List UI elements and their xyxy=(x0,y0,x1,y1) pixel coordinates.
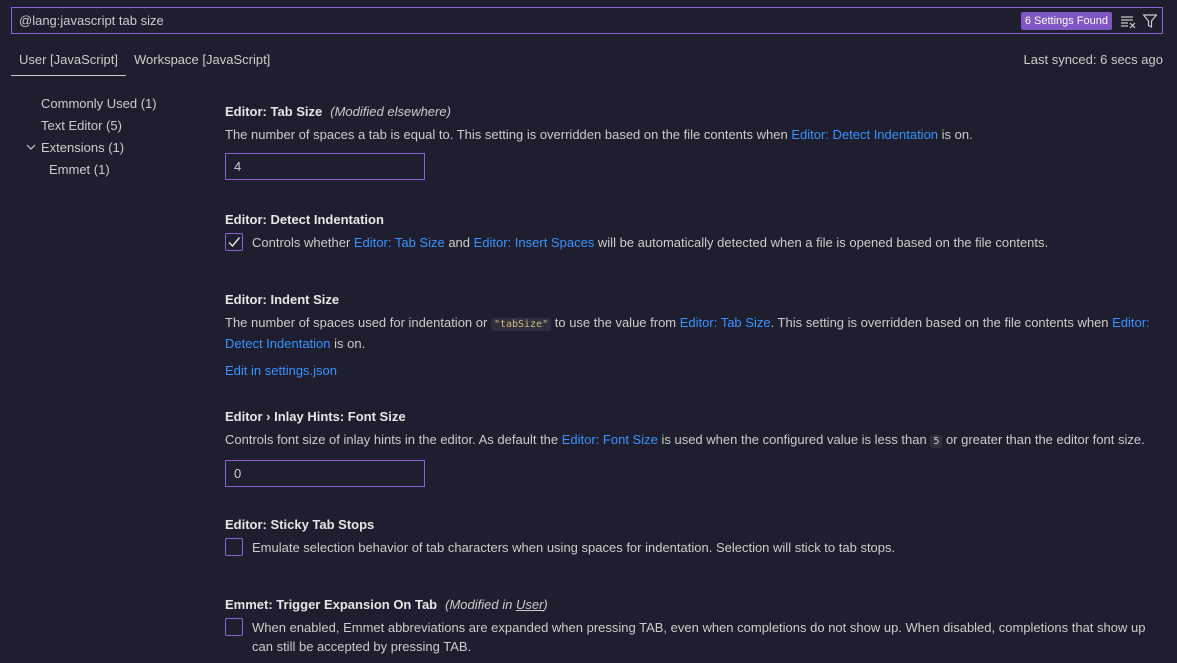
description-text: is used when the configured value is les… xyxy=(657,432,931,447)
setting-description: The number of spaces used for indentatio… xyxy=(225,313,1155,353)
settings-scope-tabs: User [JavaScript] Workspace [JavaScript]… xyxy=(11,46,1163,76)
modified-elsewhere-label[interactable]: (Modified elsewhere) xyxy=(330,104,451,119)
sticky-tab-stops-checkbox[interactable] xyxy=(225,538,243,556)
check-icon xyxy=(228,237,241,248)
setting-title: Editor: Detect Indentation xyxy=(225,211,384,227)
toc-item-extensions[interactable]: Extensions (1) xyxy=(22,136,202,158)
setting-editor-inlay-hints-font-size: Editor › Inlay Hints: Font Size Controls… xyxy=(225,406,1155,487)
settings-search-box[interactable]: 6 Settings Found xyxy=(11,7,1163,34)
setting-description: The number of spaces a tab is equal to. … xyxy=(225,125,1155,144)
setting-title: Emmet: Trigger Expansion On Tab (Modifie… xyxy=(225,594,1155,614)
setting-description: Emulate selection behavior of tab charac… xyxy=(252,540,896,555)
setting-title: Editor: Tab Size (Modified elsewhere) xyxy=(225,101,1155,121)
detect-indentation-checkbox[interactable] xyxy=(225,233,243,251)
toc-item-emmet[interactable]: Emmet (1) xyxy=(22,158,202,180)
toc-item-text-editor[interactable]: Text Editor (5) xyxy=(22,114,202,136)
chevron-down-icon[interactable] xyxy=(22,141,40,153)
setting-title-text: Emmet: Trigger Expansion On Tab xyxy=(225,596,438,612)
setting-title: Editor › Inlay Hints: Font Size xyxy=(225,408,406,424)
toc-item-commonly-used[interactable]: Commonly Used (1) xyxy=(22,92,202,114)
modified-in-label: (Modified in User) xyxy=(445,597,548,612)
tab-size-input[interactable]: 4 xyxy=(225,153,425,180)
settings-count-badge: 6 Settings Found xyxy=(1020,11,1112,30)
code-tabsize: "tabSize" xyxy=(490,318,552,331)
link-detect-indentation[interactable]: Editor: Detect Indentation xyxy=(791,127,938,142)
setting-description: When enabled, Emmet abbreviations are ex… xyxy=(252,620,1146,654)
clear-filter-icon[interactable] xyxy=(1118,11,1138,31)
emmet-trigger-checkbox[interactable] xyxy=(225,618,243,636)
setting-description: Controls whether Editor: Tab Size and Ed… xyxy=(252,233,1048,252)
description-text: The number of spaces used for indentatio… xyxy=(225,315,491,330)
setting-title-text: Editor: Tab Size xyxy=(225,103,323,119)
setting-editor-detect-indentation: Editor: Detect Indentation Controls whet… xyxy=(225,209,1155,252)
description-text: . This setting is overridden based on th… xyxy=(770,315,1113,330)
code-five: 5 xyxy=(930,435,943,448)
description-text: or greater than the editor font size. xyxy=(942,432,1145,447)
setting-editor-indent-size: Editor: Indent Size The number of spaces… xyxy=(225,289,1155,380)
toc-item-label: Emmet (1) xyxy=(49,161,110,177)
description-text: Controls font size of inlay hints in the… xyxy=(225,432,562,447)
tab-user-javascript[interactable]: User [JavaScript] xyxy=(11,46,126,76)
toc-item-label: Extensions (1) xyxy=(41,139,125,155)
description-text: is on. xyxy=(938,127,973,142)
setting-title: Editor: Indent Size xyxy=(225,291,340,307)
setting-editor-tab-size: Editor: Tab Size (Modified elsewhere) Th… xyxy=(225,101,1155,180)
modified-in-user-link[interactable]: User xyxy=(516,597,543,612)
link-tab-size[interactable]: Editor: Tab Size xyxy=(680,315,771,330)
description-text: is on. xyxy=(330,336,366,351)
settings-search-input[interactable] xyxy=(12,13,1021,28)
setting-emmet-trigger-expansion-on-tab: Emmet: Trigger Expansion On Tab (Modifie… xyxy=(225,594,1155,656)
setting-description: Controls font size of inlay hints in the… xyxy=(225,430,1155,451)
link-tab-size[interactable]: Editor: Tab Size xyxy=(354,235,445,250)
inlay-font-size-input[interactable]: 0 xyxy=(225,460,425,487)
description-text: The number of spaces a tab is equal to. … xyxy=(225,127,792,142)
modified-prefix: (Modified in xyxy=(445,596,516,612)
settings-toc: Commonly Used (1) Text Editor (5) Extens… xyxy=(22,92,202,180)
toc-item-label: Text Editor (5) xyxy=(41,117,122,133)
modified-suffix: ) xyxy=(543,596,548,612)
description-text: to use the value from xyxy=(551,315,680,330)
tab-workspace-javascript[interactable]: Workspace [JavaScript] xyxy=(126,46,278,75)
description-text: and xyxy=(444,235,474,250)
link-insert-spaces[interactable]: Editor: Insert Spaces xyxy=(474,235,595,250)
setting-title: Editor: Sticky Tab Stops xyxy=(225,516,375,532)
description-text: will be automatically detected when a fi… xyxy=(594,235,1049,250)
edit-in-settings-json-link[interactable]: Edit in settings.json xyxy=(225,361,1155,380)
toc-item-label: Commonly Used (1) xyxy=(41,95,157,111)
setting-editor-sticky-tab-stops: Editor: Sticky Tab Stops Emulate selecti… xyxy=(225,514,1155,557)
link-font-size[interactable]: Editor: Font Size xyxy=(562,432,658,447)
last-synced-label: Last synced: 6 secs ago xyxy=(1023,52,1163,67)
description-text: Controls whether xyxy=(252,235,354,250)
filter-icon[interactable] xyxy=(1140,11,1160,31)
